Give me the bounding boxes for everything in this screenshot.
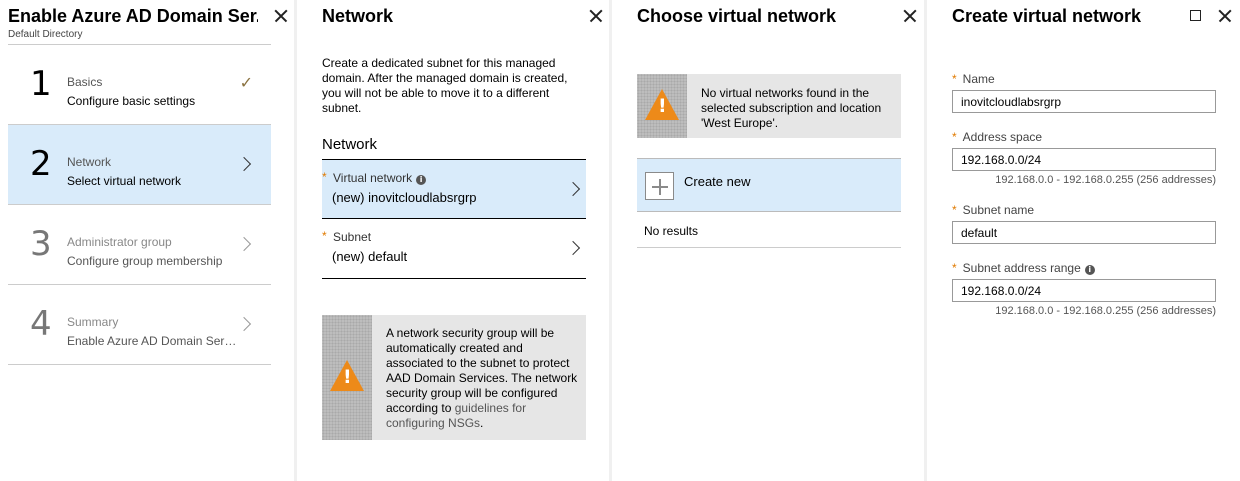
chevron-right-icon xyxy=(236,156,252,172)
step-number: 3 xyxy=(30,224,52,264)
step-title: Administrator group xyxy=(67,235,172,249)
step-description: Configure group membership xyxy=(67,254,223,268)
virtual-network-label: Virtual network xyxy=(333,171,413,185)
chevron-right-icon xyxy=(236,236,252,252)
step-description: Configure basic settings xyxy=(67,94,196,108)
info-icon[interactable]: i xyxy=(1084,265,1095,275)
chevron-right-icon xyxy=(565,181,581,197)
subnet-value: (new) default xyxy=(332,249,408,264)
close-icon[interactable] xyxy=(900,6,920,26)
required-marker: * xyxy=(952,130,957,144)
info-icon[interactable]: i xyxy=(416,175,427,185)
subnet-selector[interactable]: * Subnet (new) default xyxy=(322,219,586,279)
blade-title: Enable Azure AD Domain Ser... xyxy=(8,6,258,26)
subnet-name-input[interactable] xyxy=(952,221,1216,244)
section-heading: Network xyxy=(322,136,378,153)
required-marker: * xyxy=(322,170,327,184)
maximize-icon[interactable] xyxy=(1186,6,1206,26)
step-number: 1 xyxy=(30,64,52,104)
choose-virtual-network-blade: Choose virtual network ! No virtual netw… xyxy=(612,0,924,481)
required-marker: * xyxy=(322,229,327,243)
virtual-network-value: (new) inovitcloudlabsrgrp xyxy=(332,190,477,205)
no-vnet-warning-box: ! No virtual networks found in the selec… xyxy=(637,74,901,138)
plus-icon xyxy=(645,172,674,200)
warning-suffix: . xyxy=(480,416,484,430)
blade-subtitle: Default Directory xyxy=(8,29,83,40)
wizard-blade: Enable Azure AD Domain Ser... Default Di… xyxy=(0,0,294,481)
field-label-wrap: Virtual network i xyxy=(333,171,427,185)
step-number: 4 xyxy=(30,304,52,344)
create-new-button[interactable]: Create new xyxy=(637,158,901,212)
no-results-row: No results xyxy=(637,212,901,248)
address-space-input[interactable] xyxy=(952,148,1216,171)
blade-title: Network xyxy=(322,6,394,26)
step-description: Enable Azure AD Domain Servi... xyxy=(67,334,239,348)
address-space-hint: 192.168.0.0 - 192.168.0.255 (256 address… xyxy=(995,174,1216,186)
step-summary[interactable]: 4 Summary Enable Azure AD Domain Servi..… xyxy=(8,285,271,365)
step-administrator-group[interactable]: 3 Administrator group Configure group me… xyxy=(8,205,271,285)
name-label: Name xyxy=(962,72,995,86)
step-title: Basics xyxy=(67,75,103,89)
blade-title: Choose virtual network xyxy=(637,6,837,26)
close-icon[interactable] xyxy=(1215,6,1235,26)
name-label-wrap: * Name xyxy=(952,72,995,86)
close-icon[interactable] xyxy=(586,6,606,26)
required-marker: * xyxy=(952,203,957,217)
subnet-name-label-wrap: * Subnet name xyxy=(952,203,1034,217)
warning-text-wrap: A network security group will be automat… xyxy=(386,326,578,431)
chevron-right-icon xyxy=(236,316,252,332)
create-virtual-network-blade: Create virtual network * Name * Address sp… xyxy=(927,0,1240,481)
subnet-name-label: Subnet name xyxy=(962,203,1035,217)
warning-icon: ! xyxy=(645,89,679,120)
nsg-warning-box: ! A network security group will be autom… xyxy=(322,315,586,440)
required-marker: * xyxy=(952,72,957,86)
subnet-range-label: Subnet address range xyxy=(962,261,1081,275)
step-title: Summary xyxy=(67,315,119,329)
step-description: Select virtual network xyxy=(67,174,182,188)
warning-text: No virtual networks found in the selecte… xyxy=(701,86,882,130)
name-input[interactable] xyxy=(952,90,1216,113)
warning-glyph: ! xyxy=(343,366,352,388)
chevron-right-icon xyxy=(565,240,581,256)
required-marker: * xyxy=(952,261,957,275)
network-blade: Network Create a dedicated subnet for th… xyxy=(297,0,609,481)
address-space-label-wrap: * Address space xyxy=(952,130,1042,144)
blade-title: Create virtual network xyxy=(952,6,1142,26)
subnet-range-input[interactable] xyxy=(952,279,1216,302)
create-new-label: Create new xyxy=(684,174,751,189)
step-basics[interactable]: 1 Basics Configure basic settings ✓ xyxy=(8,45,271,125)
subnet-range-hint: 192.168.0.0 - 192.168.0.255 (256 address… xyxy=(995,305,1216,317)
intro-text: Create a dedicated subnet for this manag… xyxy=(322,56,568,115)
step-title: Network xyxy=(67,155,112,169)
close-icon[interactable] xyxy=(271,6,291,26)
checkmark-icon: ✓ xyxy=(239,75,253,92)
warning-icon: ! xyxy=(330,360,364,391)
warning-glyph: ! xyxy=(658,95,667,117)
no-results-text: No results xyxy=(644,224,699,238)
step-number: 2 xyxy=(30,144,52,184)
virtual-network-selector[interactable]: * Virtual network i (new) inovitcloudlabs… xyxy=(322,159,586,219)
subnet-range-label-wrap: * Subnet address range i xyxy=(952,261,1095,275)
subnet-label: Subnet xyxy=(333,230,372,244)
address-space-label: Address space xyxy=(962,130,1043,144)
maximize-square xyxy=(1190,10,1201,21)
step-network[interactable]: 2 Network Select virtual network xyxy=(8,125,271,205)
